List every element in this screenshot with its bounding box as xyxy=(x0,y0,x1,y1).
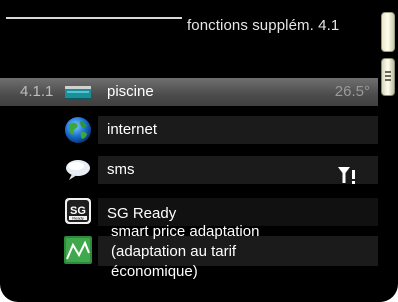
smart-price-label: smart price adaptation (adaptation au ta… xyxy=(111,222,259,282)
row-background xyxy=(98,156,378,184)
menu-item-label: sms xyxy=(107,161,135,178)
speech-bubble-icon xyxy=(63,156,93,186)
sg-ready-icon: SG Ready xyxy=(63,196,93,226)
label-line-3: économique) xyxy=(111,263,198,280)
display-screen: fonctions supplém. 4.1 4.1.1 piscine 26.… xyxy=(0,0,398,302)
scrollbar-track-top[interactable] xyxy=(381,12,395,52)
header-divider xyxy=(6,17,182,19)
signal-warning-icon xyxy=(337,165,359,185)
pool-temperature-value: 26.5° xyxy=(334,83,370,100)
price-chart-icon xyxy=(63,235,93,265)
menu-item-label: piscine xyxy=(107,83,154,100)
label-line-1: smart price adaptation xyxy=(111,223,260,240)
menu-item-number: 4.1.1 xyxy=(20,83,54,100)
ready-icon-text: Ready xyxy=(72,216,84,221)
pool-icon xyxy=(63,77,93,107)
menu-item-piscine[interactable]: 4.1.1 piscine 26.5° xyxy=(0,78,378,106)
globe-icon xyxy=(63,115,93,145)
label-line-2: (adaptation au tarif xyxy=(111,243,237,260)
scrollbar-thumb[interactable] xyxy=(381,58,395,96)
menu-item-label: SG Ready xyxy=(107,205,177,222)
menu-item-internet[interactable]: internet xyxy=(0,116,378,144)
menu-item-sms[interactable]: sms xyxy=(0,156,378,184)
menu-item-label: internet xyxy=(107,121,158,138)
page-title: fonctions supplém. 4.1 xyxy=(187,17,340,34)
